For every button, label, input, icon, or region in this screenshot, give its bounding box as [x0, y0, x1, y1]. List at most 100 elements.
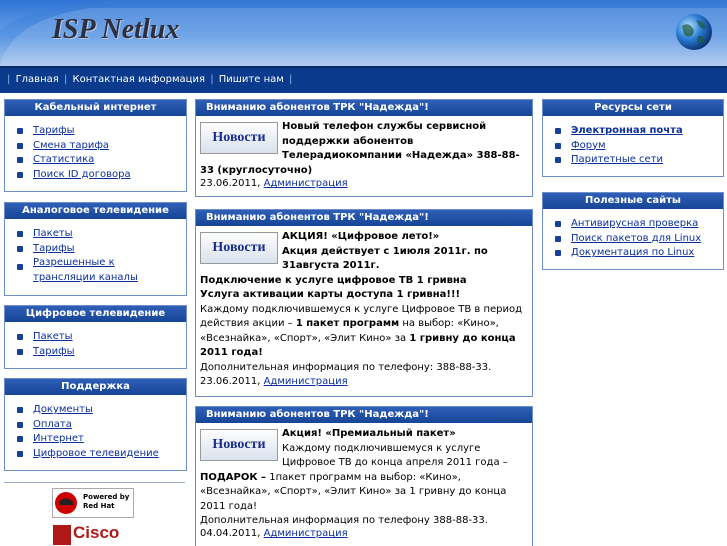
- news-headline: Акция действует с 1июля 2011г. по 31авгу…: [282, 245, 488, 272]
- bullet-icon: [17, 157, 23, 163]
- menu-item[interactable]: Пакеты: [17, 227, 186, 242]
- menu-item[interactable]: Интернет: [17, 432, 186, 447]
- menu-link-antivirus[interactable]: Антивирусная проверка: [571, 218, 698, 229]
- news-headline: АКЦИЯ! «Цифровое лето!»: [282, 231, 440, 242]
- cisco-badge-text: Cisco: [73, 523, 120, 542]
- menu-item[interactable]: Тарифы: [17, 242, 186, 257]
- menu-link-tariffs[interactable]: Тарифы: [33, 346, 75, 357]
- menu-item[interactable]: Форум: [555, 139, 723, 154]
- menu-item[interactable]: Разрешенные к трансляции каналы: [17, 256, 143, 285]
- news-header: Вниманию абонентов ТРК "Надежда"!: [196, 100, 532, 116]
- menu-item[interactable]: Цифровое телевидение: [17, 447, 186, 462]
- menu-link-tariffs[interactable]: Тарифы: [33, 243, 75, 254]
- menu-item[interactable]: Тарифы: [17, 124, 186, 139]
- menu-link-forum[interactable]: Форум: [571, 140, 606, 151]
- analog-tv-box: Аналоговое телевидение Пакеты Тарифы Раз…: [4, 202, 187, 296]
- bullet-icon: [17, 264, 23, 270]
- menu-link-digital-tv[interactable]: Цифровое телевидение: [33, 448, 159, 459]
- menu-link-statistics[interactable]: Статистика: [33, 154, 94, 165]
- globe-icon: [676, 14, 712, 50]
- news-author-link[interactable]: Администрация: [264, 178, 348, 189]
- menu-link-tariffs[interactable]: Тарифы: [33, 125, 75, 136]
- menu-item[interactable]: Документация по Linux: [555, 246, 723, 261]
- menu-item[interactable]: Тарифы: [17, 345, 186, 360]
- menu-link-payment[interactable]: Оплата: [33, 419, 72, 430]
- menu-item[interactable]: Статистика: [17, 153, 186, 168]
- news-headline: Акция! «Премиальный пакет»: [282, 428, 456, 439]
- news-text-bold: 1 пакет программ: [295, 318, 400, 329]
- menu-item[interactable]: Антивирусная проверка: [555, 217, 723, 232]
- box-title: Полезные сайты: [543, 193, 723, 209]
- bullet-icon: [17, 171, 23, 178]
- box-title: Поддержка: [5, 379, 186, 395]
- nav-separator: |: [7, 74, 11, 85]
- news-author-link[interactable]: Администрация: [264, 376, 348, 387]
- menu-link-packages[interactable]: Пакеты: [33, 331, 73, 342]
- menu-link-contract-search[interactable]: Поиск ID договора: [33, 169, 131, 180]
- news-author-link[interactable]: Администрация: [264, 528, 348, 539]
- cisco-logo-icon: [53, 525, 71, 545]
- useful-sites-box: Полезные сайты Антивирусная проверка Пои…: [542, 192, 724, 270]
- news-date: 23.06.2011: [200, 178, 258, 189]
- divider: [4, 482, 185, 483]
- news-item: Вниманию абонентов ТРК "Надежда"! Новост…: [195, 406, 533, 546]
- bullet-icon: [17, 128, 23, 134]
- bullet-icon: [17, 450, 23, 457]
- news-meta: 23.06.2011, Администрация: [200, 178, 348, 189]
- redhat-badge-text: Powered by Red Hat: [83, 493, 130, 510]
- menu-link-packages[interactable]: Пакеты: [33, 228, 73, 239]
- news-image: Новости: [200, 429, 278, 461]
- bullet-icon: [17, 407, 23, 413]
- menu-item[interactable]: Оплата: [17, 418, 186, 433]
- menu-item[interactable]: Паритетные сети: [555, 153, 723, 168]
- menu-item[interactable]: Смена тарифа: [17, 139, 186, 154]
- nav-link-home[interactable]: Главная: [16, 74, 59, 85]
- menu-link-internet[interactable]: Интернет: [33, 433, 84, 444]
- menu-item[interactable]: Поиск ID договора: [17, 168, 186, 183]
- box-title: Кабельный интернет: [5, 100, 186, 116]
- bullet-icon: [17, 231, 23, 237]
- news-meta: 23.06.2011, Администрация: [200, 376, 348, 387]
- site-logo[interactable]: ISP Netlux: [52, 14, 179, 46]
- news-text: Дополнительная информация по телефону 38…: [200, 515, 488, 526]
- news-bold-line: Услуга активации карты доступа 1 гривна!…: [200, 289, 461, 300]
- digital-tv-box: Цифровое телевидение Пакеты Тарифы: [4, 305, 187, 369]
- menu-link-email[interactable]: Электронная почта: [571, 125, 683, 136]
- nav-separator: |: [63, 74, 68, 85]
- menu-link-linux-docs[interactable]: Документация по Linux: [571, 247, 694, 258]
- menu-item[interactable]: Электронная почта: [555, 124, 723, 139]
- news-text-bold: ПОДАРОК –: [200, 471, 267, 483]
- news-image-label: Новости: [212, 436, 266, 452]
- bullet-icon: [17, 348, 23, 355]
- cisco-badge[interactable]: Cisco: [53, 523, 133, 545]
- redhat-badge[interactable]: Powered by Red Hat: [52, 488, 134, 518]
- menu-link-allowed-channels[interactable]: Разрешенные к трансляции каналы: [33, 257, 138, 283]
- news-image-label: Новости: [212, 239, 266, 255]
- news-item: Вниманию абонентов ТРК "Надежда"! Новост…: [195, 99, 533, 197]
- menu-item[interactable]: Документы: [17, 403, 186, 418]
- menu-link-linux-packages[interactable]: Поиск пакетов для Linux: [571, 233, 701, 244]
- network-resources-box: Ресурсы сети Электронная почта Форум Пар…: [542, 99, 724, 177]
- menu-link-documents[interactable]: Документы: [33, 404, 93, 415]
- bullet-icon: [17, 245, 23, 252]
- news-image: Новости: [200, 122, 278, 154]
- support-box: Поддержка Документы Оплата Интернет Цифр…: [4, 378, 187, 471]
- news-header: Вниманию абонентов ТРК "Надежда"!: [196, 210, 532, 226]
- bullet-icon: [17, 334, 23, 340]
- nav-link-contacts[interactable]: Контактная информация: [73, 74, 205, 85]
- bullet-icon: [555, 142, 561, 149]
- box-title: Ресурсы сети: [543, 100, 723, 116]
- news-date: 23.06.2011: [200, 376, 258, 387]
- nav-separator: |: [210, 74, 214, 85]
- news-text: Дополнительная информация по телефону: 3…: [200, 361, 492, 373]
- bullet-icon: [555, 235, 561, 242]
- nav-link-write-us[interactable]: Пишите нам: [219, 74, 284, 85]
- bullet-icon: [17, 142, 23, 149]
- menu-item[interactable]: Поиск пакетов для Linux: [555, 232, 723, 247]
- menu-item[interactable]: Пакеты: [17, 330, 186, 345]
- menu-link-peer-networks[interactable]: Паритетные сети: [571, 154, 663, 165]
- news-item: Вниманию абонентов ТРК "Надежда"! Новост…: [195, 209, 533, 397]
- news-header: Вниманию абонентов ТРК "Надежда"!: [196, 407, 532, 423]
- news-meta: 04.04.2011, Администрация: [200, 528, 348, 539]
- menu-link-change-tariff[interactable]: Смена тарифа: [33, 140, 109, 151]
